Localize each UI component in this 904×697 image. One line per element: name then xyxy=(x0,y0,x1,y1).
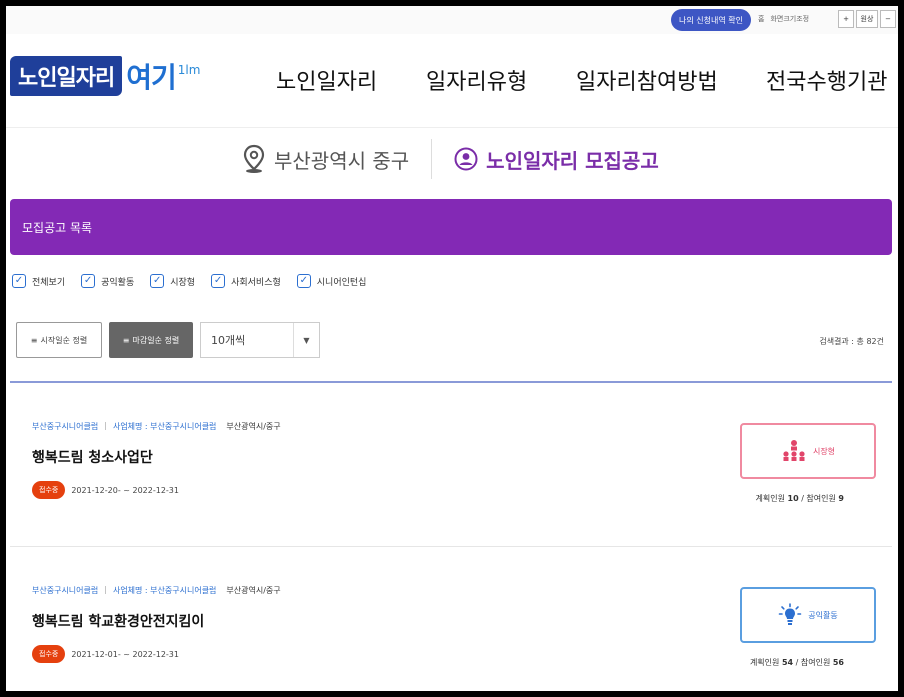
filter-all[interactable]: ✓ 전체보기 xyxy=(12,274,65,288)
status-badge: 접수중 xyxy=(32,481,66,499)
filter-label: 전체보기 xyxy=(32,277,66,288)
item-org: 부산중구시니어클럽 xyxy=(32,586,99,595)
filter-public-activity[interactable]: ✓ 공익활동 xyxy=(81,274,134,288)
item-counts: 계획인원 10 / 참여인원 9 xyxy=(756,493,845,504)
item-meta: 부산중구시니어클럽 | 사업체명 : 부산중구시니어클럽 부산광역시/중구 xyxy=(32,585,281,596)
participants-label: / 참여인원 xyxy=(795,658,831,667)
list-header-title: 모집공고 목록 xyxy=(22,220,93,235)
list-icon: ≡ xyxy=(30,335,38,345)
page-size-select[interactable]: 10개씩 ▼ xyxy=(200,322,320,358)
meta-separator: | xyxy=(104,585,107,594)
zoom-out-button[interactable]: − xyxy=(880,10,896,28)
sort-by-start-button[interactable]: ≡ 시작일순 정렬 xyxy=(16,322,102,358)
status-badge: 접수중 xyxy=(32,645,66,663)
checkbox-checked-icon[interactable]: ✓ xyxy=(211,274,226,288)
location-pin-icon xyxy=(243,144,265,173)
people-hierarchy-icon xyxy=(783,440,805,461)
section-title: 노인일자리 모집공고 xyxy=(486,148,659,173)
participants-label: / 참여인원 xyxy=(801,494,836,503)
participant-count: 56 xyxy=(832,658,844,667)
sort-start-label: 시작일순 정렬 xyxy=(40,335,88,345)
item-org: 부산중구시니어클럽 xyxy=(32,422,99,431)
item-counts: 계획인원 54 / 참여인원 56 xyxy=(750,657,844,668)
screen-size-label: 화면크기조정 xyxy=(770,15,810,23)
logo-main-text: 노인일자리 xyxy=(10,56,123,96)
checkbox-checked-icon[interactable]: ✓ xyxy=(296,274,311,288)
planned-label: 계획인원 xyxy=(749,658,780,667)
planned-count: 54 xyxy=(781,658,794,667)
list-item[interactable]: 부산중구시니어클럽 | 사업체명 : 부산중구시니어클럽 부산광역시/중구 행복… xyxy=(6,547,898,691)
nav-item-agencies[interactable]: 전국수행기관 xyxy=(766,64,896,96)
meta-separator: | xyxy=(104,421,107,430)
header-divider xyxy=(6,127,898,128)
filter-label: 사회서비스형 xyxy=(231,277,281,288)
item-title[interactable]: 행복드림 학교환경안전지킴이 xyxy=(32,611,204,631)
sort-by-end-button[interactable]: ≡ 마감일순 정렬 xyxy=(109,322,193,358)
job-type-label: 시장형 xyxy=(812,446,836,456)
utility-bar: 나의 신청내역 확인 홈 화면크기조정 + 원상 − xyxy=(6,6,898,34)
job-type-label: 공익활동 xyxy=(808,610,838,620)
item-dates-row: 접수중 2021-12-01- ~ 2022-12-31 xyxy=(32,645,179,663)
item-region: 부산광역시/중구 xyxy=(226,586,281,595)
nav-item-participation[interactable]: 일자리참여방법 xyxy=(576,64,766,96)
site-logo[interactable]: 노인일자리 여기 1lm xyxy=(10,56,200,96)
filter-label: 시장형 xyxy=(170,277,196,288)
checkbox-checked-icon[interactable]: ✓ xyxy=(81,274,96,288)
planned-count: 10 xyxy=(787,494,799,503)
filter-senior-intern[interactable]: ✓ 시니어인턴십 xyxy=(296,274,367,288)
list-icon: ≡ xyxy=(122,335,130,345)
logo-sub-text: 여기 xyxy=(126,61,177,94)
utility-links: 홈 화면크기조정 xyxy=(758,14,809,24)
item-dates: 2021-12-01- ~ 2022-12-31 xyxy=(71,649,179,659)
sort-end-label: 마감일순 정렬 xyxy=(132,335,180,345)
page-size-value: 10개씩 xyxy=(211,334,246,347)
item-title[interactable]: 행복드림 청소사업단 xyxy=(32,447,153,467)
participant-count: 9 xyxy=(838,494,844,503)
checkbox-checked-icon[interactable]: ✓ xyxy=(150,274,165,288)
my-applications-button[interactable]: 나의 신청내역 확인 xyxy=(671,9,751,31)
zoom-reset-button[interactable]: 원상 xyxy=(856,10,878,28)
filter-social-service[interactable]: ✓ 사회서비스형 xyxy=(211,274,281,288)
item-operator: 사업체명 : 부산중구시니어클럽 xyxy=(112,586,217,595)
chevron-down-icon[interactable]: ▼ xyxy=(293,323,319,357)
filter-label: 공익활동 xyxy=(101,277,135,288)
job-type-box: 공익활동 xyxy=(740,587,876,643)
nav-item-job-types[interactable]: 일자리유형 xyxy=(426,64,576,96)
nav-item-senior-jobs[interactable]: 노인일자리 xyxy=(276,64,426,96)
item-dates-row: 접수중 2021-12-20- ~ 2022-12-31 xyxy=(32,481,179,499)
main-nav: 노인일자리 일자리유형 일자리참여방법 전국수행기관 xyxy=(276,64,896,96)
user-circle-icon xyxy=(454,147,478,171)
list-item[interactable]: 부산중구시니어클럽 | 사업체명 : 부산중구시니어클럽 부산광역시/중구 행복… xyxy=(6,383,898,547)
page-frame: 나의 신청내역 확인 홈 화면크기조정 + 원상 − 노인일자리 여기 1lm … xyxy=(6,6,898,691)
home-link[interactable]: 홈 xyxy=(758,14,764,24)
list-header-bar: 모집공고 목록 xyxy=(10,199,892,255)
location-row: 부산광역시 중구 노인일자리 모집공고 xyxy=(242,139,659,179)
checkbox-checked-icon[interactable]: ✓ xyxy=(12,274,26,288)
item-region: 부산광역시/중구 xyxy=(226,422,281,431)
result-count: 검색결과 : 총 82건 xyxy=(819,337,884,346)
logo-mark: 1lm xyxy=(177,63,201,77)
filter-market[interactable]: ✓ 시장형 xyxy=(150,274,195,288)
region-label[interactable]: 부산광역시 중구 xyxy=(274,145,409,174)
zoom-in-button[interactable]: + xyxy=(838,10,854,28)
lightbulb-icon xyxy=(778,603,802,625)
planned-label: 계획인원 xyxy=(755,494,785,503)
item-meta: 부산중구시니어클럽 | 사업체명 : 부산중구시니어클럽 부산광역시/중구 xyxy=(32,421,281,432)
item-operator: 사업체명 : 부산중구시니어클럽 xyxy=(112,422,217,431)
location-divider xyxy=(431,139,433,179)
item-dates: 2021-12-20- ~ 2022-12-31 xyxy=(71,485,179,495)
filter-label: 시니어인턴십 xyxy=(316,277,367,288)
filter-group: ✓ 전체보기 ✓ 공익활동 ✓ 시장형 ✓ 사회서비스형 ✓ 시니어인턴십 xyxy=(12,274,382,288)
job-type-box: 시장형 xyxy=(740,423,876,479)
